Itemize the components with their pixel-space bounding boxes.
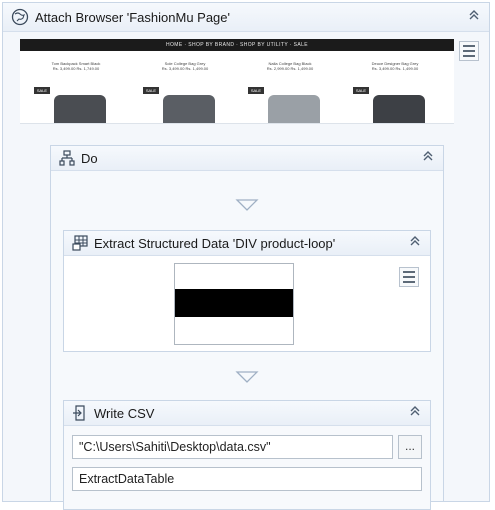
write-csv-title: Write CSV <box>94 406 155 421</box>
product-card: Deuce Designer Bag Grey Rs. 3,499.00 Rs.… <box>345 53 445 123</box>
product-image <box>373 95 425 123</box>
file-export-icon <box>73 405 85 421</box>
table-extract-icon <box>72 235 88 251</box>
product-card: Nalla College Bag Black Rs. 2,999.00 Rs.… <box>240 53 340 123</box>
double-chevron-up-icon[interactable] <box>421 150 435 164</box>
write-csv-activity[interactable]: Write CSV "C:\Users\Sahiti\Desktop\data.… <box>63 400 431 510</box>
browse-button[interactable]: ... <box>398 435 422 459</box>
screenshot-nav-text: HOME · SHOP BY BRAND · SHOP BY UTILITY ·… <box>165 42 309 48</box>
extract-header[interactable]: Extract Structured Data 'DIV product-loo… <box>64 231 430 256</box>
extract-title: Extract Structured Data 'DIV product-loo… <box>94 236 336 251</box>
file-path-field[interactable]: "C:\Users\Sahiti\Desktop\data.csv" <box>72 435 393 459</box>
element-preview <box>174 263 294 345</box>
attach-options-menu-button[interactable] <box>459 41 479 61</box>
product-card: Sole College Bag Grey Rs. 3,499.00 Rs. 1… <box>135 53 235 123</box>
data-table-field[interactable]: ExtractDataTable <box>72 467 422 491</box>
double-chevron-up-icon[interactable] <box>408 235 422 249</box>
product-image <box>268 95 320 123</box>
drop-target-arrow-icon[interactable] <box>235 198 259 212</box>
double-chevron-up-icon[interactable] <box>467 9 481 23</box>
attach-browser-header[interactable]: Attach Browser 'FashionMu Page' <box>3 3 489 32</box>
write-csv-header[interactable]: Write CSV <box>64 401 430 426</box>
drop-target-arrow-icon[interactable] <box>235 370 259 384</box>
browser-screenshot: HOME · SHOP BY BRAND · SHOP BY UTILITY ·… <box>20 39 454 124</box>
do-header[interactable]: Do <box>51 146 443 171</box>
extract-structured-data-activity[interactable]: Extract Structured Data 'DIV product-loo… <box>63 230 431 352</box>
product-card: Tom Backpack Smart Black Rs. 3,499.00 Rs… <box>26 53 126 123</box>
extract-options-menu-button[interactable] <box>399 267 419 287</box>
double-chevron-up-icon[interactable] <box>408 405 422 419</box>
do-title: Do <box>81 151 98 166</box>
attach-browser-title: Attach Browser 'FashionMu Page' <box>35 9 230 25</box>
globe-icon <box>11 8 29 26</box>
product-image <box>54 95 106 123</box>
product-image <box>163 95 215 123</box>
do-sequence[interactable]: Do Extract Structured Data 'DIV product-… <box>50 145 444 510</box>
sequence-icon <box>59 150 75 166</box>
